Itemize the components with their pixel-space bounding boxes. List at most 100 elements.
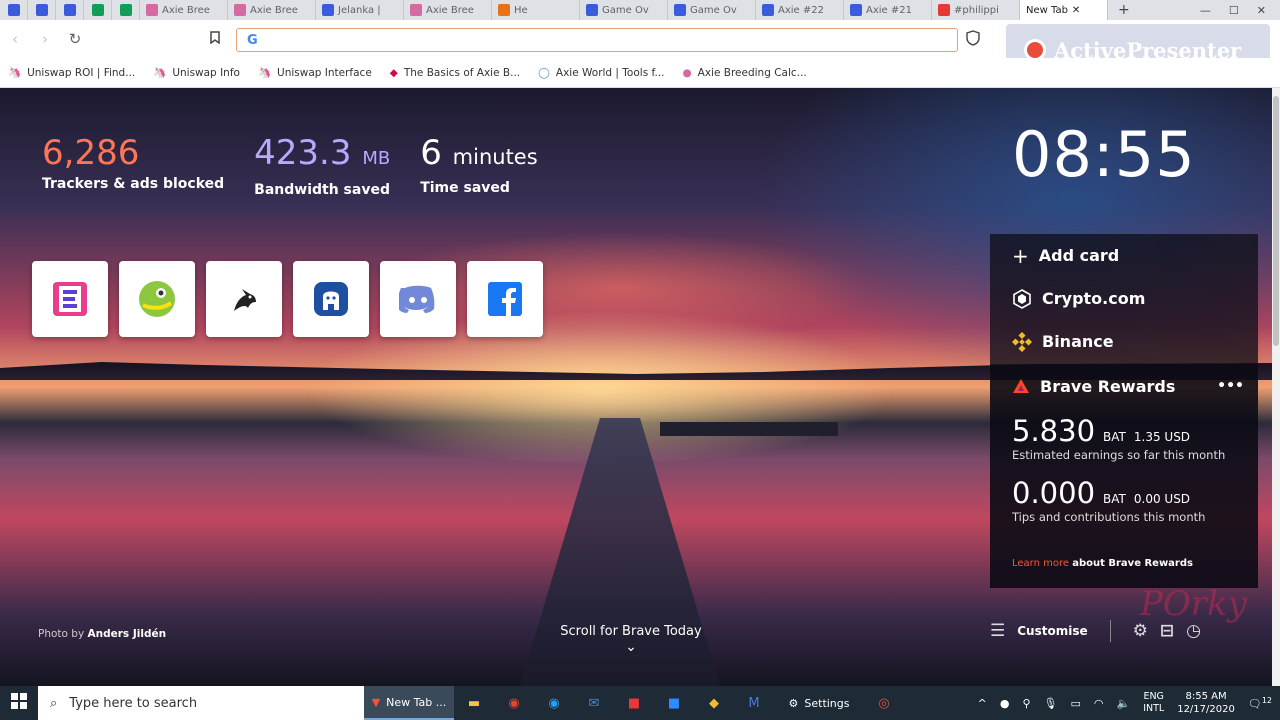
bookmark-icon[interactable] [200, 30, 230, 48]
forward-icon[interactable]: › [30, 30, 60, 48]
customise-button[interactable]: Customise [1017, 624, 1087, 638]
maximize-icon[interactable]: ☐ [1229, 4, 1239, 17]
tab[interactable]: He [492, 0, 580, 20]
photo-credit-name[interactable]: Anders Jildén [88, 628, 167, 640]
stat-label: Time saved [420, 180, 510, 196]
bookmark-label: Uniswap Interface [277, 66, 372, 79]
top-site-tile[interactable] [119, 261, 195, 337]
scroll-brave-today[interactable]: Scroll for Brave Today ⌄ [540, 624, 722, 655]
top-site-tile[interactable] [380, 261, 456, 337]
tab-favicon-icon [7, 4, 20, 16]
learn-more-link[interactable]: Learn more [1012, 558, 1069, 569]
binance-app-icon[interactable]: ◆ [694, 686, 734, 720]
gear-icon[interactable]: ⚙ [1133, 621, 1148, 641]
tab-favicon-icon [234, 4, 246, 16]
clock: 08:55 [1012, 118, 1196, 191]
edge-icon[interactable]: ◉ [534, 686, 574, 720]
acrobat-icon[interactable]: ■ [614, 686, 654, 720]
tab[interactable]: Axie #22 [756, 0, 844, 20]
brave-icon: ▼ [371, 695, 381, 709]
scrollbar[interactable] [1272, 88, 1280, 686]
wifi-icon[interactable]: ◠ [1094, 697, 1104, 710]
stat-value: 6,286 [42, 133, 140, 173]
crypto-com-label: Crypto.com [1042, 289, 1146, 308]
tab-pinned[interactable] [0, 0, 28, 20]
bookmark-item[interactable]: ◆ The Basics of Axie B... [390, 67, 520, 79]
reload-icon[interactable]: ↻ [60, 30, 90, 48]
tab[interactable]: Axie Bree [140, 0, 228, 20]
taskbar-app-settings[interactable]: ⚙ Settings [774, 686, 864, 720]
close-window-icon[interactable]: ✕ [1257, 4, 1266, 17]
tab[interactable]: Jelanka | [316, 0, 404, 20]
bookmark-item[interactable]: 🦄 Uniswap Info [153, 66, 240, 80]
mail-icon[interactable]: ✉ [574, 686, 614, 720]
top-site-tile[interactable] [467, 261, 543, 337]
volume-icon[interactable]: 🔈 [1116, 697, 1130, 710]
brave-shields-icon[interactable] [966, 30, 980, 50]
bookmark-item[interactable]: ● Axie Breeding Calc... [682, 67, 806, 79]
stat-unit: MB [362, 148, 391, 169]
tab-favicon-icon [35, 4, 48, 16]
top-site-tile[interactable] [293, 261, 369, 337]
tab[interactable]: Axie #21 [844, 0, 932, 20]
system-tray: ^ ● ⚲ 🎙 ▭ ◠ 🔈 ENG INTL 8:55 AM 12/17/202… [978, 690, 1280, 716]
bookmark-item[interactable]: 🦄 Uniswap Interface [258, 66, 372, 80]
tab-active[interactable]: New Tab ✕ [1020, 0, 1108, 20]
new-tab-button[interactable]: + [1108, 2, 1140, 18]
tab-favicon-icon [938, 4, 950, 16]
address-bar[interactable]: G [236, 28, 958, 52]
add-card-button[interactable]: + Add card [990, 234, 1258, 277]
tab-pinned[interactable] [28, 0, 56, 20]
tab-pinned[interactable] [112, 0, 140, 20]
sheets-icon [119, 4, 132, 16]
taskbar-search[interactable]: ⌕ Type here to search [38, 686, 364, 720]
background-pier-deck [660, 422, 838, 436]
notifications-icon[interactable]: 🗨12 [1248, 696, 1272, 711]
tab[interactable]: Axie Bree [404, 0, 492, 20]
tab-pinned[interactable] [56, 0, 84, 20]
more-options-icon[interactable]: ••• [1217, 378, 1244, 394]
tray-app-icon[interactable]: ⚲ [1022, 697, 1030, 710]
bookmark-label: Uniswap ROI | Find... [27, 66, 136, 79]
bookmark-item[interactable]: 🦄 Uniswap ROI | Find... [8, 66, 136, 80]
tray-app-icon[interactable]: ● [1000, 697, 1010, 710]
minimize-icon[interactable]: — [1200, 4, 1211, 17]
language-indicator[interactable]: ENG INTL [1143, 691, 1164, 715]
add-card-label: Add card [1038, 246, 1120, 265]
tab-pinned[interactable] [84, 0, 112, 20]
file-explorer-icon[interactable]: ▬ [454, 686, 494, 720]
stat-label: Trackers & ads blocked [42, 176, 225, 192]
zoom-icon[interactable]: ■ [654, 686, 694, 720]
discord-icon [399, 285, 435, 313]
binance-card[interactable]: Binance [990, 320, 1258, 363]
chrome-icon[interactable]: ◉ [494, 686, 534, 720]
top-site-tile[interactable] [32, 261, 108, 337]
gear-icon: ⚙ [788, 696, 799, 710]
microphone-icon[interactable]: 🎙 [1044, 697, 1058, 710]
top-site-tile[interactable] [206, 261, 282, 337]
scrollbar-thumb[interactable] [1273, 96, 1279, 346]
metamask-app-icon[interactable]: M [734, 686, 774, 720]
taskbar-clock[interactable]: 8:55 AM 12/17/2020 [1177, 690, 1235, 716]
history-icon[interactable]: ◷ [1186, 621, 1201, 641]
bookmark-item[interactable]: ◯ Axie World | Tools f... [538, 67, 664, 79]
tab[interactable]: Game Ov [580, 0, 668, 20]
notif-count: 12 [1261, 695, 1272, 705]
tab-label: Axie Bree [426, 4, 474, 16]
uniswap-icon: 🦄 [8, 67, 22, 79]
tab-close-icon[interactable]: ✕ [1072, 5, 1080, 16]
tab[interactable]: Axie Bree [228, 0, 316, 20]
facebook-icon [488, 282, 522, 316]
bookmarks-icon[interactable]: ⊟ [1160, 621, 1174, 641]
google-icon: G [247, 32, 258, 48]
tab[interactable]: #philippi [932, 0, 1020, 20]
taskbar-app-brave[interactable]: ▼ New Tab ... [364, 686, 454, 720]
tab[interactable]: Game Ov [668, 0, 756, 20]
crypto-com-card[interactable]: Crypto.com [990, 277, 1258, 320]
windows-start-icon[interactable] [0, 693, 38, 713]
activepresenter-app-icon[interactable]: ◎ [864, 686, 904, 720]
chevron-up-icon[interactable]: ^ [978, 697, 987, 710]
axie-icon [314, 282, 348, 316]
back-icon[interactable]: ‹ [0, 30, 30, 48]
battery-icon[interactable]: ▭ [1070, 697, 1080, 710]
